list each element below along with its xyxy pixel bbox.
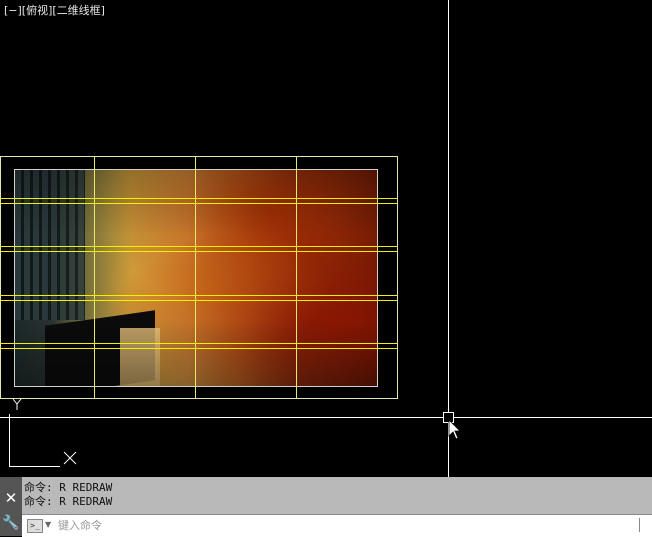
command-line-panel: ✕ 🔧 命令: R REDRAW 命令: R REDRAW >_ ▼ <box>0 477 652 537</box>
command-history: 命令: R REDRAW 命令: R REDRAW <box>24 481 644 513</box>
chevron-down-icon[interactable]: ▼ <box>45 518 51 532</box>
command-input-edge <box>639 518 646 532</box>
outer-frame[interactable] <box>0 156 398 399</box>
command-input[interactable] <box>58 516 618 534</box>
history-line: 命令: R REDRAW <box>24 495 113 508</box>
history-line: 命令: R REDRAW <box>24 481 113 494</box>
command-line-side-strip: ✕ 🔧 <box>0 477 22 536</box>
close-icon[interactable]: ✕ <box>2 489 20 507</box>
mouse-pointer-icon <box>448 419 461 440</box>
ucs-icon <box>9 398 77 467</box>
command-input-row: >_ ▼ <box>22 514 652 537</box>
wrench-icon[interactable]: 🔧 <box>2 514 20 532</box>
drawing-overlay <box>0 0 652 477</box>
pickbox-icon <box>443 412 454 423</box>
drawing-viewport[interactable]: [−][俯视][二维线框] <box>0 0 652 477</box>
command-prompt-icon[interactable]: >_ <box>27 519 43 533</box>
